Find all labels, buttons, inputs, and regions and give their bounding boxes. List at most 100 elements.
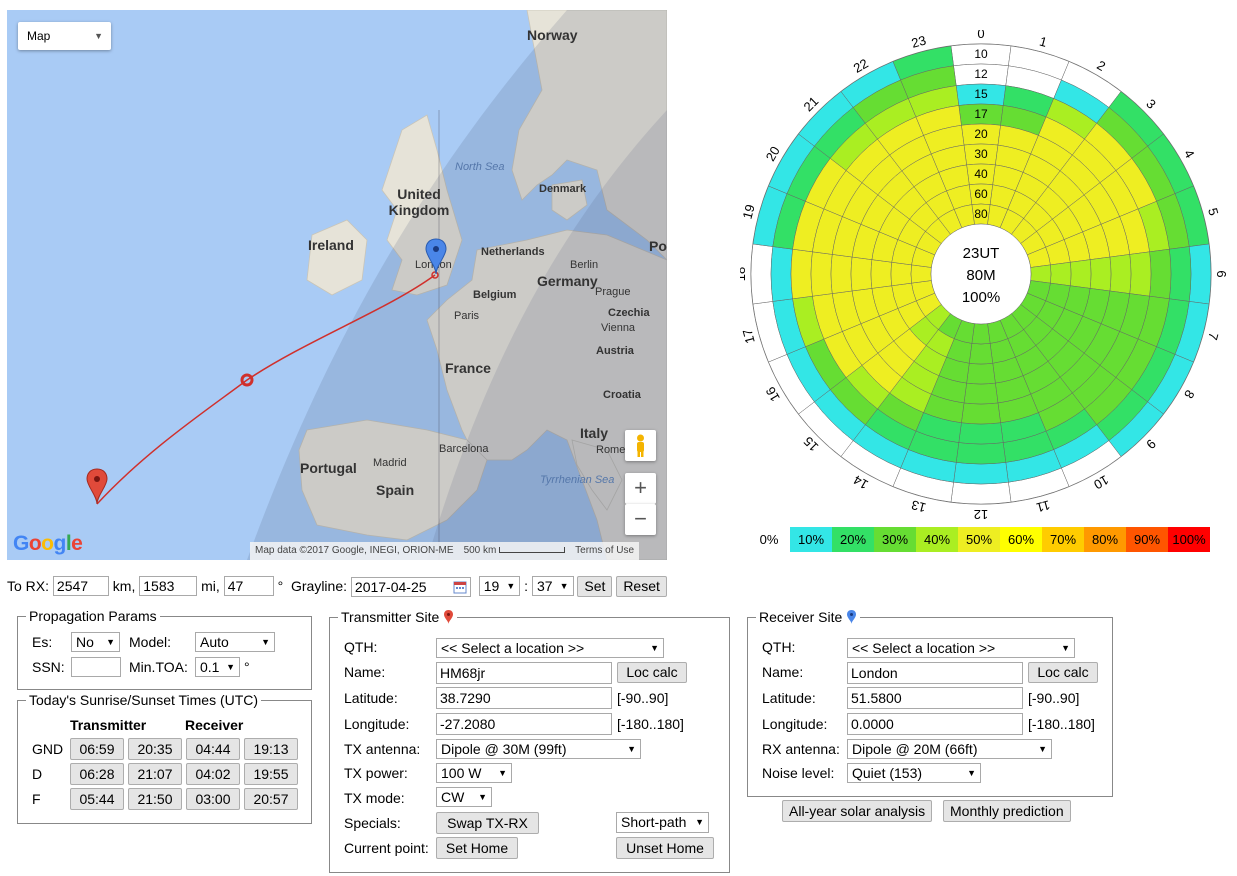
polar-cell <box>1188 243 1212 305</box>
rx-antenna-select[interactable]: Dipole @ 20M (66ft) <box>847 739 1052 759</box>
hour-label: 23 <box>910 33 928 51</box>
sun-time-button[interactable]: 05:44 <box>70 788 124 810</box>
map-type-label: Map <box>27 29 51 43</box>
map-panel[interactable]: Norway North Sea Denmark United Kingdom … <box>7 10 667 560</box>
sun-time-button[interactable]: 19:55 <box>244 763 298 785</box>
map-label-berlin: Berlin <box>570 259 599 271</box>
distance-km-input[interactable] <box>52 576 109 596</box>
google-logo: Google <box>13 532 83 555</box>
street-view-pegman-icon[interactable] <box>625 430 656 461</box>
tx-antenna-value: Dipole @ 30M (99ft) <box>441 741 567 757</box>
map-label-portugal: Portugal <box>300 460 357 476</box>
legend-swatch: 60% <box>1000 527 1042 552</box>
hour-value: 19 <box>483 578 500 594</box>
hour-select[interactable]: 19 <box>478 576 521 596</box>
sun-time-button[interactable]: 04:44 <box>186 738 240 760</box>
sun-time-button[interactable]: 04:02 <box>186 763 240 785</box>
map-label-united-kingdom: United Kingdom <box>388 186 450 218</box>
tx-latitude-input[interactable] <box>436 687 612 709</box>
es-value: No <box>76 634 94 650</box>
chevron-down-icon: ▼ <box>94 31 103 41</box>
set-home-button[interactable]: Set Home <box>436 837 518 859</box>
tx-longitude-label: Longitude: <box>344 716 410 732</box>
receiver-site-title: Receiver Site <box>759 609 843 625</box>
path-type-select[interactable]: Short-path <box>616 812 709 833</box>
legend-swatch: 50% <box>958 527 1000 552</box>
polar-cell <box>958 422 1004 445</box>
min-toa-select[interactable]: 0.1 <box>195 657 240 677</box>
tx-antenna-select[interactable]: Dipole @ 30M (99ft) <box>436 739 641 759</box>
terms-of-use-link[interactable]: Terms of Use <box>570 545 639 556</box>
noise-level-select[interactable]: Quiet (153) <box>847 763 981 783</box>
sun-time-button[interactable]: 20:35 <box>128 738 182 760</box>
tx-mode-label: TX mode: <box>344 790 405 806</box>
bearing-input[interactable] <box>223 576 274 596</box>
all-year-solar-analysis-button[interactable]: All-year solar analysis <box>782 800 933 822</box>
calendar-icon[interactable] <box>453 580 467 594</box>
unset-home-button[interactable]: Unset Home <box>616 837 714 859</box>
tx-longitude-range: [-180..180] <box>617 716 684 732</box>
sun-time-button[interactable]: 21:07 <box>128 763 182 785</box>
reset-button[interactable]: Reset <box>616 576 667 597</box>
transmitter-marker-icon[interactable] <box>86 468 108 506</box>
receiver-marker-icon[interactable] <box>425 238 447 276</box>
monthly-prediction-button[interactable]: Monthly prediction <box>943 800 1071 822</box>
swap-tx-rx-button[interactable]: Swap TX-RX <box>436 812 539 834</box>
map-label-barcelona: Barcelona <box>439 443 489 455</box>
polar-cell <box>770 246 793 302</box>
map-data-credit: Map data ©2017 Google, INEGI, ORION-ME <box>255 545 454 556</box>
rx-qth-select[interactable]: << Select a location >> <box>847 638 1075 658</box>
hour-label: 8 <box>1181 387 1198 401</box>
hour-label: 5 <box>1205 206 1221 217</box>
legend-swatch: 90% <box>1126 527 1168 552</box>
distance-mi-input[interactable] <box>139 576 198 596</box>
grayline-date-field[interactable] <box>350 577 471 598</box>
sun-time-button[interactable]: 21:50 <box>128 788 182 810</box>
polar-cell <box>910 264 932 284</box>
tx-power-select[interactable]: 100 W <box>436 763 512 783</box>
tx-loc-calc-button[interactable]: Loc calc <box>617 662 687 683</box>
tx-mode-select[interactable]: CW <box>436 787 492 807</box>
rx-loc-calc-button[interactable]: Loc calc <box>1028 662 1098 683</box>
model-select[interactable]: Auto <box>195 632 275 652</box>
hour-label: 9 <box>1143 436 1159 452</box>
tx-name-input[interactable] <box>436 662 612 684</box>
rx-name-input[interactable] <box>847 662 1023 684</box>
ssn-input[interactable] <box>71 657 121 677</box>
polar-center-text: 80M <box>966 267 995 284</box>
sun-time-button[interactable]: 03:00 <box>186 788 240 810</box>
set-button[interactable]: Set <box>577 576 613 597</box>
sun-time-button[interactable]: 20:57 <box>244 788 298 810</box>
map-label-belgium: Belgium <box>473 289 517 301</box>
zoom-out-button[interactable]: − <box>625 504 656 535</box>
sun-time-button[interactable]: 06:28 <box>70 763 124 785</box>
hour-label: 12 <box>974 507 988 522</box>
sun-time-button[interactable]: 19:13 <box>244 738 298 760</box>
hour-label: 22 <box>851 56 871 76</box>
es-label: Es: <box>32 634 53 650</box>
rx-latitude-label: Latitude: <box>762 690 816 706</box>
tx-power-value: 100 W <box>441 765 482 781</box>
zoom-in-button[interactable]: + <box>625 473 656 504</box>
rx-longitude-input[interactable] <box>847 713 1023 735</box>
rx-latitude-input[interactable] <box>847 687 1023 709</box>
map-type-dropdown[interactable]: Map ▼ <box>18 22 111 50</box>
polar-cell <box>1169 246 1192 302</box>
sun-row-label: GND <box>32 741 64 757</box>
hour-label: 1 <box>1038 34 1049 50</box>
ring-label: 40 <box>974 167 988 181</box>
legend-swatch: 0% <box>748 527 790 552</box>
rx-antenna-value: Dipole @ 20M (66ft) <box>852 741 978 757</box>
noise-level-value: Quiet (153) <box>852 765 923 781</box>
es-select[interactable]: No <box>71 632 120 652</box>
polar-cell <box>890 261 912 287</box>
tx-qth-select[interactable]: << Select a location >> <box>436 638 664 658</box>
sun-time-button[interactable]: 06:59 <box>70 738 124 760</box>
tx-longitude-input[interactable] <box>436 713 612 735</box>
map-scale-label: 500 km <box>463 545 497 556</box>
km-label: km, <box>112 578 136 594</box>
mi-label: mi, <box>201 578 220 594</box>
hour-label: 14 <box>851 472 871 492</box>
minute-select[interactable]: 37 <box>531 576 574 596</box>
ring-label: 15 <box>974 87 988 101</box>
